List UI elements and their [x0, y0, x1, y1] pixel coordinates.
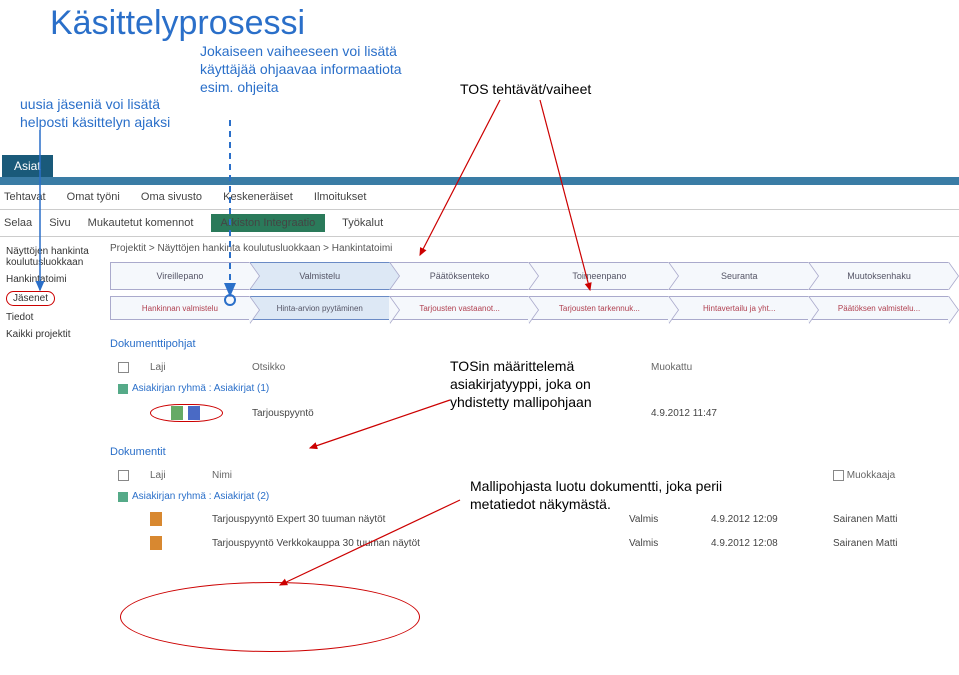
nav-primary: Tehtavat Omat työni Oma sivusto Keskener…: [0, 185, 959, 210]
nav-item[interactable]: Oma sivusto: [141, 191, 202, 203]
annotation-malli: Mallipohjasta luotu dokumentti, joka per…: [470, 477, 730, 513]
table-row[interactable]: Tarjouspyyntö Verkkokauppa 30 tuuman näy…: [112, 532, 947, 554]
slide-header: Käsittelyprosessi uusia jäseniä voi lisä…: [0, 0, 959, 155]
section-dokumenttipohjat: Dokumenttipohjat: [110, 338, 949, 350]
annotation-tosin: TOSin määrittelemä asiakirjatyyppi, joka…: [450, 357, 600, 412]
annotation-left: uusia jäseniä voi lisätä helposti käsitt…: [20, 95, 190, 131]
file-icon: [171, 406, 183, 420]
col-laji: Laji: [144, 466, 204, 485]
tab-bar: Asiat: [0, 155, 959, 177]
nav-secondary: Selaa Sivu Mukautetut komennot Arkiston …: [0, 210, 959, 237]
subphase[interactable]: Hankinnan valmistelu: [110, 296, 250, 320]
doc-icon: [150, 512, 162, 526]
sidebar-item[interactable]: Tiedot: [4, 309, 106, 326]
cell-muokattu: 4.9.2012 11:47: [645, 400, 805, 426]
cell-muokkaaja: Sairanen Matti: [827, 532, 947, 554]
group-icon: [118, 384, 128, 394]
subphase[interactable]: Tarjousten vastaanot...: [390, 296, 530, 320]
cell-muokkaaja: Sairanen Matti: [827, 508, 947, 530]
subphase[interactable]: Hintavertailu ja yht...: [669, 296, 809, 320]
nav-item[interactable]: Tehtavat: [4, 191, 46, 203]
phase[interactable]: Toimeenpano: [529, 262, 669, 290]
phase[interactable]: Vireillepano: [110, 262, 250, 290]
checkbox[interactable]: [118, 362, 129, 373]
content: Projektit > Näyttöjen hankinta koulutusl…: [110, 237, 959, 556]
phase[interactable]: Seuranta: [669, 262, 809, 290]
nav-item[interactable]: Sivu: [49, 217, 70, 229]
group-icon: [118, 492, 128, 502]
sidebar-item-jasenet[interactable]: Jäsenet: [4, 288, 106, 309]
sidebar-item[interactable]: Näyttöjen hankinta koulutusluokkaan: [4, 243, 106, 271]
sidebar-item[interactable]: Kaikki projektit: [4, 326, 106, 343]
nav-item[interactable]: Keskeneräiset: [223, 191, 293, 203]
nav-item-active[interactable]: Arkiston Integraatio: [211, 214, 326, 232]
subphase[interactable]: Tarjousten tarkennuk...: [529, 296, 669, 320]
main-area: Näyttöjen hankinta koulutusluokkaan Hank…: [0, 237, 959, 556]
phase-selected[interactable]: Valmistelu: [250, 262, 390, 290]
col-muokattu: Muokattu: [645, 358, 805, 377]
sidebar-item[interactable]: Hankintatoimi: [4, 271, 106, 288]
breadcrumb: Projektit > Näyttöjen hankinta koulutusl…: [110, 243, 949, 254]
doc-icons-circled: [150, 404, 223, 422]
tab-asiat[interactable]: Asiat: [2, 155, 53, 177]
phase[interactable]: Muutoksenhaku: [809, 262, 949, 290]
subphase-selected[interactable]: Hinta-arvion pyytäminen: [250, 296, 390, 320]
annotation-mid: Jokaiseen vaiheeseen voi lisätä käyttäjä…: [200, 42, 410, 97]
phase[interactable]: Päätöksenteko: [390, 262, 530, 290]
sidebar: Näyttöjen hankinta koulutusluokkaan Hank…: [0, 237, 110, 556]
cell-nimi: Tarjouspyyntö Verkkokauppa 30 tuuman näy…: [206, 532, 621, 554]
subphase[interactable]: Päätöksen valmistelu...: [809, 296, 949, 320]
phase-row-1: Vireillepano Valmistelu Päätöksenteko To…: [110, 262, 949, 290]
cell-muokattu: 4.9.2012 12:08: [705, 532, 825, 554]
nav-item[interactable]: Mukautetut komennot: [88, 217, 194, 229]
nav-item[interactable]: Omat työni: [67, 191, 120, 203]
cell-tila: Valmis: [623, 532, 703, 554]
blue-ribbon: [0, 177, 959, 185]
word-icon: [188, 406, 200, 420]
section-dokumentit: Dokumentit: [110, 446, 949, 458]
nav-item[interactable]: Selaa: [4, 217, 32, 229]
checkbox[interactable]: [833, 470, 844, 481]
nav-item[interactable]: Ilmoitukset: [314, 191, 367, 203]
red-ellipse: [120, 582, 420, 652]
annotation-right: TOS tehtävät/vaiheet: [460, 80, 591, 98]
checkbox[interactable]: [118, 470, 129, 481]
slide-title: Käsittelyprosessi: [0, 0, 959, 43]
doc-icon: [150, 536, 162, 550]
col-laji: Laji: [144, 358, 244, 377]
nav-item[interactable]: Työkalut: [342, 217, 383, 229]
phase-row-2: Hankinnan valmistelu Hinta-arvion pyytäm…: [110, 296, 949, 320]
